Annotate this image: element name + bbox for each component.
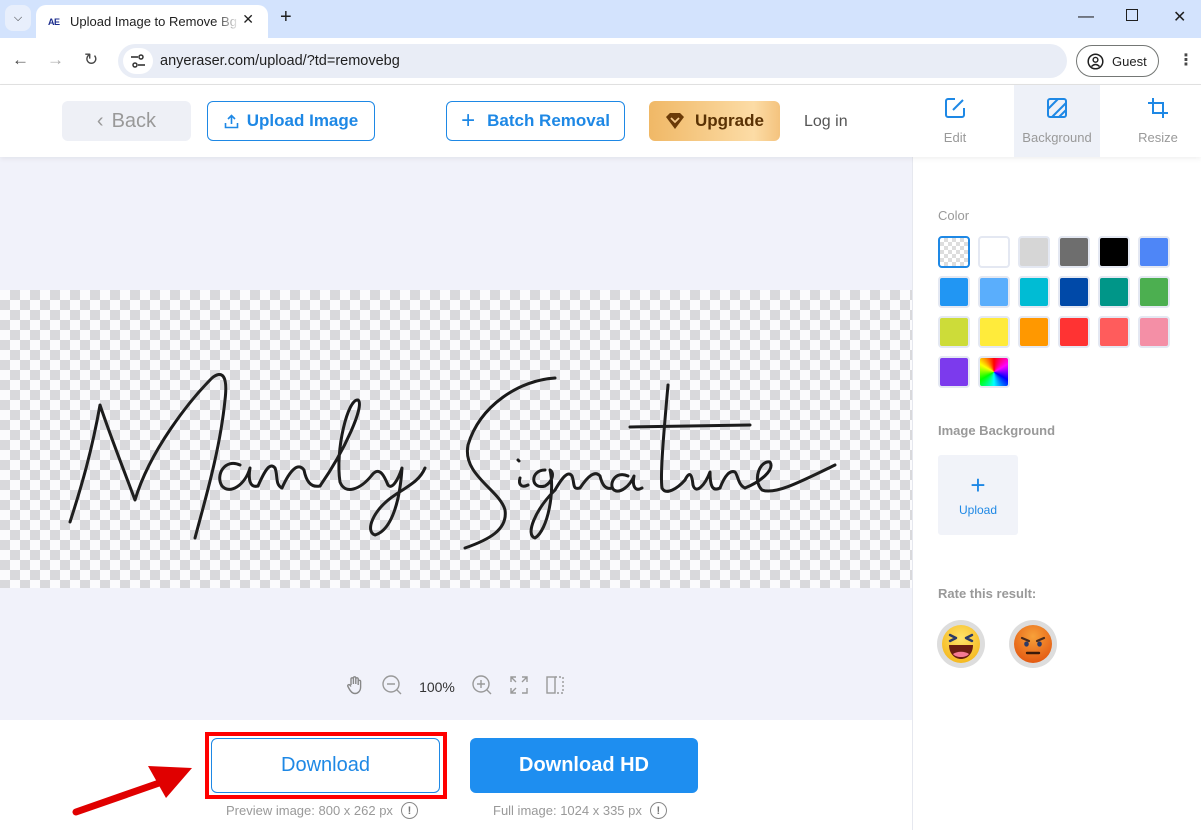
browser-toolbar: ← → ↻ anyeraser.com/upload/?td=removebg … [0, 38, 1201, 85]
site-favicon-icon: AE [48, 16, 60, 27]
background-panel: Color Image Background + Upload Rate thi… [912, 157, 1201, 830]
close-icon[interactable]: ✕ [242, 11, 254, 28]
chevron-down-icon: ⌵ [13, 11, 23, 24]
upload-label: Upload [958, 503, 998, 517]
batch-removal-button[interactable]: + Batch Removal [446, 101, 625, 141]
crop-icon [1147, 97, 1169, 124]
compare-icon[interactable] [545, 675, 565, 700]
kebab-menu-icon[interactable]: ⋮ [1178, 50, 1194, 70]
zoom-toolbar: 100% [345, 670, 565, 704]
url-text[interactable]: anyeraser.com/upload/?td=removebg [160, 53, 400, 69]
upgrade-button[interactable]: Upgrade [649, 101, 780, 141]
tool-tab-edit[interactable]: Edit [912, 85, 998, 157]
color-swatch-blue[interactable] [1138, 236, 1170, 268]
color-swatch-gray[interactable] [1058, 236, 1090, 268]
hand-icon[interactable] [345, 675, 365, 700]
person-circle-icon [1087, 52, 1104, 70]
profile-button[interactable]: Guest [1076, 45, 1159, 77]
login-link[interactable]: Log in [804, 113, 848, 131]
new-tab-button[interactable]: + [280, 6, 292, 29]
color-swatch-azure[interactable] [938, 276, 970, 308]
browser-tab-bar: ⌵ AE Upload Image to Remove Bg ✕ + — ✕ [0, 0, 1201, 38]
address-bar[interactable]: anyeraser.com/upload/?td=removebg [118, 44, 1067, 78]
back-button[interactable]: ‹ Back [62, 101, 191, 141]
color-swatch-light-blue[interactable] [978, 276, 1010, 308]
upload-image-label: Upload Image [246, 111, 359, 130]
chevron-left-icon: ‹ [96, 109, 104, 132]
reload-icon[interactable]: ↻ [84, 50, 98, 70]
edit-icon [944, 97, 966, 124]
image-canvas[interactable]: 100% [0, 157, 912, 720]
color-swatch-rainbow[interactable] [978, 356, 1010, 388]
color-swatch-pink[interactable] [1138, 316, 1170, 348]
tool-tab-label: Resize [1138, 130, 1178, 145]
forward-arrow-icon[interactable]: → [47, 50, 64, 70]
red-arrow-annotation [72, 766, 192, 816]
rate-bad-button[interactable] [1009, 620, 1057, 668]
upload-image-button[interactable]: Upload Image [207, 101, 375, 141]
color-swatch-teal[interactable] [1098, 276, 1130, 308]
zoom-out-icon[interactable] [381, 674, 403, 701]
result-image [0, 290, 912, 588]
image-background-label: Image Background [938, 423, 1056, 438]
color-label: Color [938, 208, 970, 223]
download-hd-button[interactable]: Download HD [470, 738, 698, 793]
color-swatch-lime[interactable] [938, 316, 970, 348]
color-swatch-coral[interactable] [1098, 316, 1130, 348]
color-swatch-transparent[interactable] [938, 236, 970, 268]
color-swatch-navy[interactable] [1058, 276, 1090, 308]
tool-tab-resize[interactable]: Resize [1115, 85, 1201, 157]
rate-label: Rate this result: [938, 586, 1037, 601]
close-window-icon[interactable]: ✕ [1173, 7, 1186, 27]
rate-good-button[interactable] [937, 620, 985, 668]
background-icon [1046, 97, 1068, 124]
zoom-level: 100% [419, 679, 455, 695]
profile-label: Guest [1112, 53, 1147, 69]
tool-tab-label: Edit [943, 130, 967, 145]
upgrade-label: Upgrade [695, 111, 764, 130]
full-info: Full image: 1024 x 335 px ! [493, 802, 667, 819]
tab-title: Upload Image to Remove Bg [70, 14, 237, 29]
plus-icon: + [461, 107, 476, 134]
preview-size-text: Preview image: 800 x 262 px [226, 803, 393, 818]
plus-icon: + [970, 470, 986, 500]
diamond-icon [665, 112, 685, 130]
tab-search-button[interactable]: ⌵ [5, 5, 31, 31]
info-icon[interactable]: ! [649, 802, 667, 819]
signature-image [68, 373, 837, 550]
zoom-in-icon[interactable] [471, 674, 493, 701]
download-hd-label: Download HD [519, 754, 649, 776]
tool-tab-background[interactable]: Background [1014, 85, 1100, 157]
browser-tab[interactable]: AE Upload Image to Remove Bg ✕ [36, 5, 268, 38]
color-swatch-grid [938, 236, 1170, 388]
upload-background-button[interactable]: + Upload [938, 455, 1018, 535]
color-swatch-light-gray[interactable] [1018, 236, 1050, 268]
laughing-face-icon [942, 625, 980, 663]
highlight-box-annotation [205, 732, 447, 799]
color-swatch-cyan[interactable] [1018, 276, 1050, 308]
app-header: ‹ Back Upload Image + Batch Removal Upgr… [0, 85, 1201, 157]
angry-face-icon [1014, 625, 1052, 663]
color-swatch-green[interactable] [1138, 276, 1170, 308]
color-swatch-white[interactable] [978, 236, 1010, 268]
color-swatch-orange[interactable] [1018, 316, 1050, 348]
maximize-icon[interactable] [1126, 9, 1138, 21]
upload-icon [224, 113, 239, 129]
download-bar: Download Download HD Preview image: 800 … [0, 720, 912, 830]
color-swatch-black[interactable] [1098, 236, 1130, 268]
color-swatch-purple[interactable] [938, 356, 970, 388]
tool-tab-label: Background [1022, 130, 1092, 145]
info-icon[interactable]: ! [400, 802, 418, 819]
batch-removal-label: Batch Removal [487, 111, 610, 130]
minimize-icon[interactable]: — [1078, 8, 1094, 26]
site-info-icon[interactable] [123, 48, 153, 74]
color-swatch-red[interactable] [1058, 316, 1090, 348]
fit-screen-icon[interactable] [509, 675, 529, 700]
full-size-text: Full image: 1024 x 335 px [493, 803, 642, 818]
back-arrow-icon[interactable]: ← [12, 50, 29, 70]
back-label: Back [111, 109, 157, 132]
preview-info: Preview image: 800 x 262 px ! [226, 802, 418, 819]
color-swatch-yellow[interactable] [978, 316, 1010, 348]
